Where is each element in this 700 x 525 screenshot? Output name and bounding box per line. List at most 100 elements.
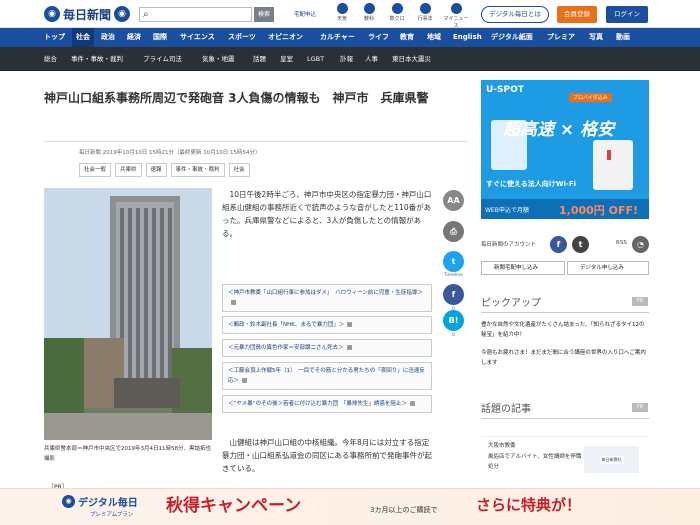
subnav-prime-justice[interactable]: プライム司法 xyxy=(143,47,182,71)
logo-text: 毎日新聞 xyxy=(63,7,112,22)
pr-badge: PR xyxy=(632,297,648,306)
twitter-icon[interactable]: t xyxy=(572,236,589,253)
nav-international[interactable]: 国際 xyxy=(153,28,167,47)
subnav-earthquake[interactable]: 東日本大震災 xyxy=(392,47,431,71)
nav-opinion[interactable]: オピニオン xyxy=(268,28,303,47)
pickup-item-1[interactable]: 豊かな自然や文化遺産がたくさん詰まった、「知られざるタイ12の秘宝」を紹介中！ xyxy=(481,320,649,340)
rss-label: RSS xyxy=(616,240,627,246)
digital-mainichi-button[interactable]: デジタル毎日とは xyxy=(481,6,549,23)
nav-english[interactable]: English xyxy=(453,28,482,47)
primary-nav: トップ 社会 政治 経済 国際 サイエンス スポーツ オピニオン カルチャー ラ… xyxy=(0,28,700,47)
timeline-label: Timeline xyxy=(443,273,464,278)
weather-link[interactable]: 天気 xyxy=(333,3,351,22)
related-link-3[interactable]: ＜元暴力団員の異色作家＝安部譲二さん死去＞ xyxy=(222,339,432,357)
events-link[interactable]: 行事法 xyxy=(416,3,434,22)
nav-culture[interactable]: カルチャー xyxy=(320,28,355,47)
facebook-icon[interactable]: f xyxy=(443,284,464,305)
police-hq-building-image xyxy=(44,188,212,440)
weather-icon xyxy=(336,3,348,14)
subnav-weather-quake[interactable]: 気象・地震 xyxy=(202,47,235,71)
subnav-topics[interactable]: 話題 xyxy=(253,47,266,71)
textbook-link[interactable]: 教科 xyxy=(360,3,378,22)
lock-icon xyxy=(409,401,415,406)
digital-signup-button[interactable]: デジタル申し込み xyxy=(567,261,649,275)
search-icon: ⌕ xyxy=(143,9,149,20)
nav-politics[interactable]: 政治 xyxy=(101,28,115,47)
nav-region[interactable]: 地域 xyxy=(427,28,441,47)
lock-icon xyxy=(231,300,236,305)
ad-wifi-text: すぐに使える法人向けWi-Fi xyxy=(486,180,576,188)
nav-photo[interactable]: 写真 xyxy=(589,28,603,47)
nav-sports[interactable]: スポーツ xyxy=(228,28,256,47)
twitter-icon[interactable]: t xyxy=(443,251,464,272)
trending-item-thumbnail: 毎日新聞社 xyxy=(584,446,639,473)
article-paragraph-1: 10日午後2時半ごろ、神戸市中央区の指定暴力団・神戸山口組系山健組の事務所近くで… xyxy=(222,190,432,238)
calendar-icon xyxy=(419,3,431,14)
tag-item[interactable]: 社会一般 xyxy=(79,163,112,177)
globe-icon: ◉ xyxy=(44,6,60,22)
lock-icon xyxy=(347,322,353,327)
related-link-4[interactable]: ＜工藤会頂上作戦5年（1） 一目でその筋と分かる男たちの「夜回り」に迅速反応＞ xyxy=(222,362,432,390)
subnav-obituary[interactable]: 訃報 xyxy=(340,47,353,71)
facebook-icon[interactable]: f xyxy=(550,236,567,253)
subnav-general[interactable]: 総合 xyxy=(44,47,57,71)
hatena-bookmark-icon[interactable]: B! xyxy=(443,310,464,331)
related-link-5[interactable]: ＜“ヤメ暴”のその後＞若者に付け込む暴力団 「暴排先生」誘惑を阻止＞ xyxy=(222,395,432,413)
bookmark-icon xyxy=(450,3,462,14)
site-logo[interactable]: ◉ 毎日新聞 ◉ xyxy=(44,5,131,23)
my-news-link[interactable]: マイニュース xyxy=(442,3,470,29)
site-header: ◉ 毎日新聞 ◉ ⌕ 検索 宅配申込 天気 教科 数クロ 行事法 マイニュース … xyxy=(0,0,700,29)
campaign-bonus-text: さらに特典が！ xyxy=(476,496,582,514)
related-link-1[interactable]: ＜神戸市教委「山口組行事に参加はダメ」 ハロウィーン前に児童・生徒指導＞ xyxy=(222,284,432,312)
subnav-lgbt[interactable]: LGBT xyxy=(307,47,324,71)
home-delivery-link[interactable]: 宅配申込 xyxy=(294,10,316,18)
related-link-2[interactable]: ＜郵政・鈴木副社長「NHK、まるで暴力団」＞ xyxy=(222,316,432,334)
tag-item[interactable]: 兵庫県 xyxy=(115,163,142,177)
nav-economy[interactable]: 経済 xyxy=(127,28,141,47)
login-button[interactable]: ログイン xyxy=(606,6,648,23)
article-title: 神戸山口組系事務所周辺で発砲音 3人負傷の情報も 神戸市 兵庫県警 xyxy=(44,91,429,105)
subnav-personnel[interactable]: 人事 xyxy=(365,47,378,71)
tag-item[interactable]: 社会 xyxy=(228,163,250,177)
book-icon xyxy=(363,3,375,14)
search-button[interactable]: 検索 xyxy=(254,7,274,22)
print-icon[interactable]: ⎙ xyxy=(443,221,464,242)
trending-heading: 話題の記事 xyxy=(481,404,531,415)
nav-society[interactable]: 社会 xyxy=(72,28,94,47)
hatena-count: 0 xyxy=(452,333,455,338)
nav-science[interactable]: サイエンス xyxy=(180,28,215,47)
puzzle-link[interactable]: 数クロ xyxy=(388,3,406,22)
ad-footer: WEB申込で月額 1,000円 OFF! xyxy=(481,199,649,219)
nav-education[interactable]: 教育 xyxy=(400,28,414,47)
nav-premier[interactable]: プレミア xyxy=(547,28,575,47)
article-photo xyxy=(44,188,212,440)
search-input[interactable]: ⌕ xyxy=(139,7,252,22)
lock-icon xyxy=(242,378,248,383)
article-paragraph-2: 山健組は神戸山口組の中核組織。今年8月には対立する指定暴力団・山口組系弘道会の同… xyxy=(222,438,432,473)
campaign-title: 秋得キャンペーン xyxy=(166,496,302,516)
nav-top[interactable]: トップ xyxy=(44,28,65,47)
campaign-subtext: 3カ月以上のご購読で xyxy=(370,506,438,514)
ad-banner[interactable]: U-SPOT プロバイダ込み 超高速 × 格安 すぐに使える法人向けWi-Fi … xyxy=(481,80,649,219)
title-divider xyxy=(44,141,468,142)
ad-headline: 超高速 × 格安 xyxy=(503,120,615,140)
pickup-item-2[interactable]: 今週もお疲れさま！まだまだ間に合う講座の世界の入り口へご案内します xyxy=(481,348,649,368)
globe-icon: ◉ xyxy=(114,6,131,22)
tag-item[interactable]: 事件・事故・裁判 xyxy=(170,163,225,177)
rss-icon[interactable]: ◔ xyxy=(632,236,649,253)
newspaper-delivery-button[interactable]: 新聞宅配申し込み xyxy=(481,261,565,275)
nav-digital-paper[interactable]: デジタル紙面 xyxy=(491,28,533,47)
tag-list: 社会一般 兵庫県 速報 事件・事故・裁判 社会 xyxy=(79,163,250,177)
nav-video[interactable]: 動画 xyxy=(616,28,630,47)
subnav-incidents[interactable]: 事件・事故・裁判 xyxy=(71,47,123,71)
subnav-imperial[interactable]: 皇室 xyxy=(280,47,293,71)
globe-icon: ◉ xyxy=(62,494,75,508)
tag-item[interactable]: 速報 xyxy=(145,163,167,177)
puzzle-icon xyxy=(391,3,403,14)
nav-life[interactable]: ライフ xyxy=(368,28,389,47)
trending-item-text: 風俗店でアルバイト、女性講師を停職処分 xyxy=(488,454,582,470)
pr-badge: PR xyxy=(632,403,648,412)
register-button[interactable]: 会員登録 xyxy=(557,6,597,23)
secondary-nav: 総合 事件・事故・裁判 プライム司法 気象・地震 話題 皇室 LGBT 訃報 人… xyxy=(0,47,700,71)
font-size-button[interactable]: AA xyxy=(443,190,464,211)
